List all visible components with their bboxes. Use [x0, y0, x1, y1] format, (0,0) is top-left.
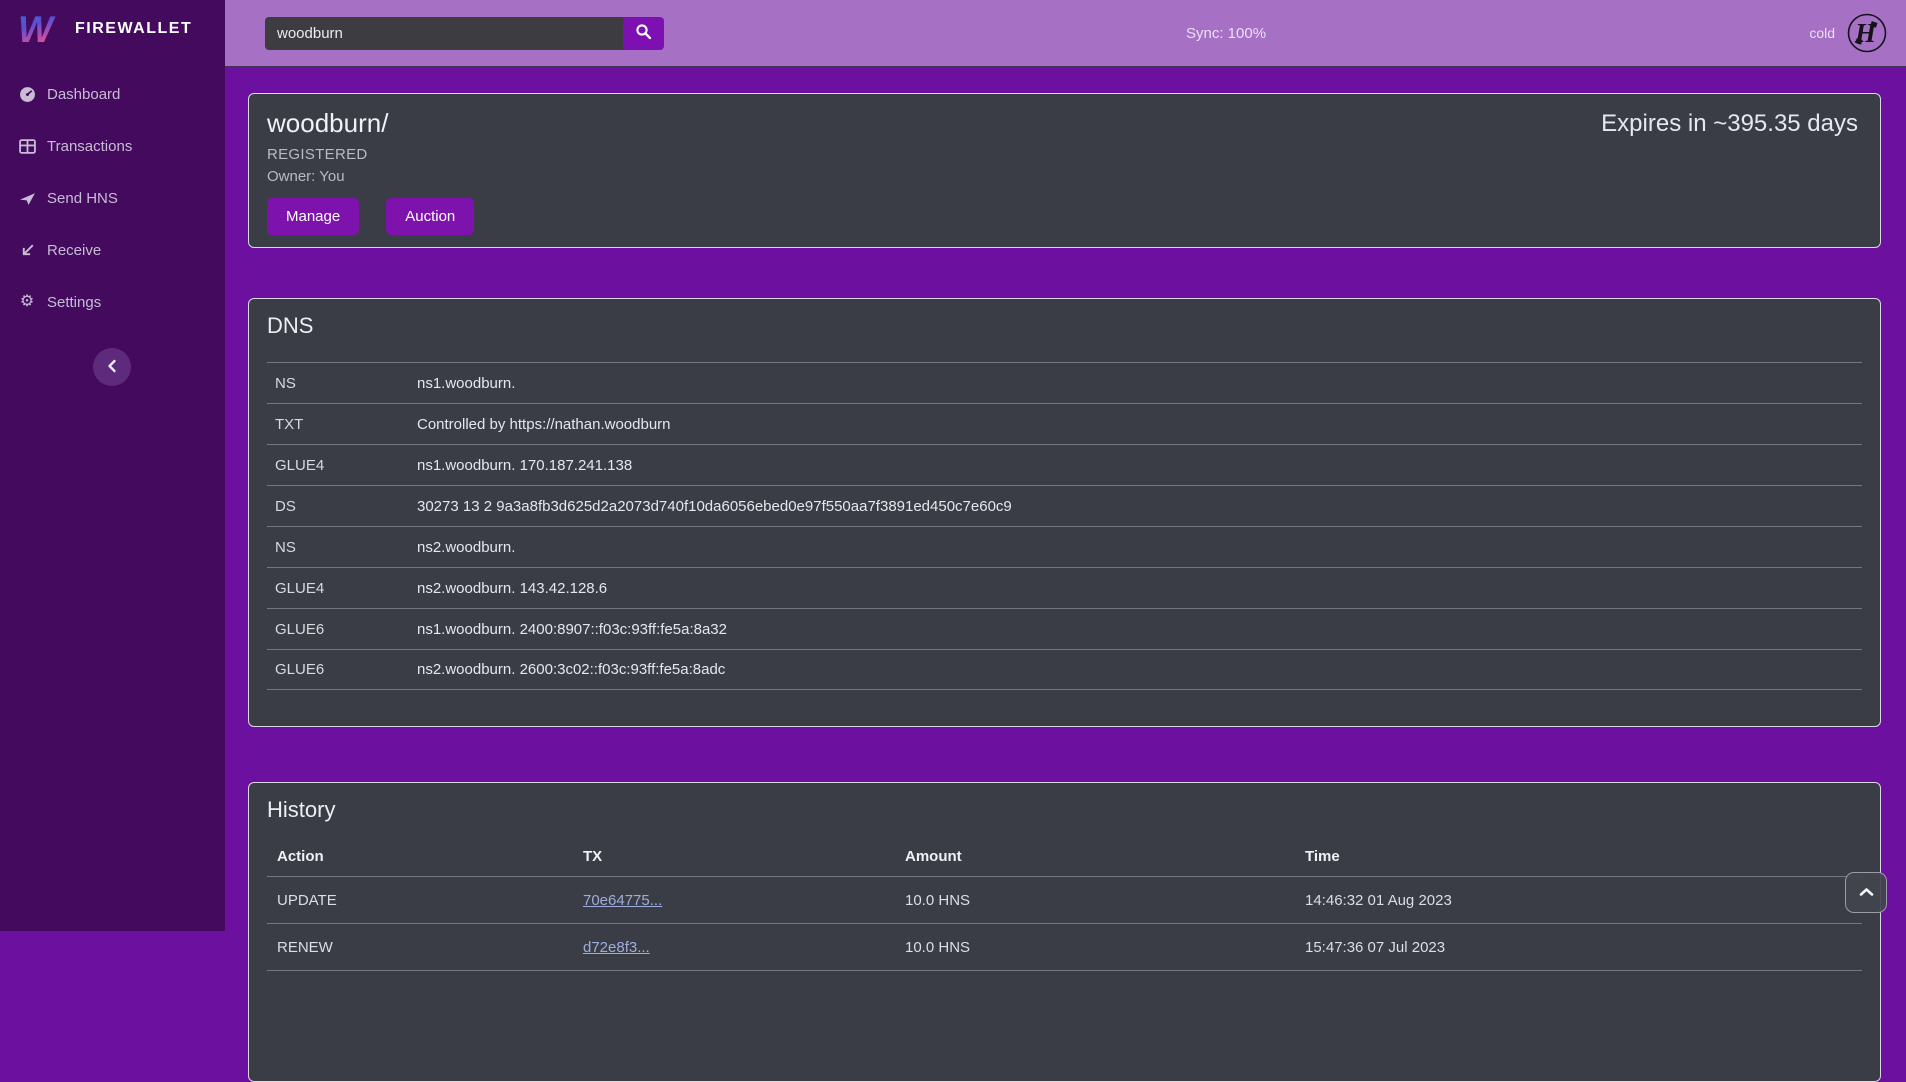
history-tx-link[interactable]: d72e8f3... [583, 939, 905, 956]
history-title: History [267, 797, 1862, 823]
topbar: Sync: 100% cold H [225, 0, 1906, 68]
sidebar-item-dashboard[interactable]: Dashboard [0, 68, 225, 120]
dns-record-type: GLUE6 [267, 661, 417, 678]
dns-table: NS ns1.woodburn. TXT Controlled by https… [267, 362, 1862, 690]
history-row: RENEW d72e8f3... 10.0 HNS 15:47:36 07 Ju… [267, 924, 1862, 971]
sidebar-item-transactions[interactable]: Transactions [0, 120, 225, 172]
firewallet-logo-icon: W [16, 8, 58, 50]
history-col-action: Action [277, 848, 583, 865]
dns-card: DNS NS ns1.woodburn. TXT Controlled by h… [248, 298, 1881, 727]
chevron-left-icon [106, 359, 118, 376]
domain-owner: Owner: You [267, 168, 1862, 185]
sidebar-item-send-hns[interactable]: Send HNS [0, 172, 225, 224]
dns-record-type: TXT [267, 416, 417, 433]
sidebar-item-receive[interactable]: Receive [0, 224, 225, 276]
app-logo: W FIREWALLET [0, 0, 225, 58]
dns-record-value: ns2.woodburn. 2600:3c02::f03c:93ff:fe5a:… [417, 661, 725, 678]
send-icon [18, 189, 36, 207]
handshake-logo-icon: H [1846, 12, 1888, 54]
chevron-up-icon [1859, 885, 1874, 900]
dns-record-row: GLUE6 ns1.woodburn. 2400:8907::f03c:93ff… [267, 608, 1862, 649]
auction-button[interactable]: Auction [386, 198, 474, 235]
dns-record-type: GLUE6 [267, 621, 417, 638]
dns-record-value: ns2.woodburn. [417, 539, 515, 556]
search-icon [635, 23, 652, 43]
sidebar-item-label: Transactions [47, 138, 132, 155]
dns-record-row: NS ns2.woodburn. [267, 526, 1862, 567]
dns-record-value: ns1.woodburn. 2400:8907::f03c:93ff:fe5a:… [417, 621, 727, 638]
sidebar: W FIREWALLET Dashboard Transactions Send… [0, 0, 225, 931]
search-input[interactable] [265, 17, 623, 50]
history-header-row: Action TX Amount Time [267, 837, 1862, 877]
gauge-icon [18, 85, 36, 103]
dns-record-type: NS [267, 539, 417, 556]
wallet-name: cold [1809, 25, 1835, 41]
receive-arrow-icon [18, 241, 36, 259]
dns-record-row: DS 30273 13 2 9a3a8fb3d625d2a2073d740f10… [267, 485, 1862, 526]
history-card: History Action TX Amount Time UPDATE 70e… [248, 782, 1881, 1082]
sidebar-item-label: Settings [47, 294, 101, 311]
domain-card: woodburn/ REGISTERED Owner: You Manage A… [248, 93, 1881, 248]
domain-status: REGISTERED [267, 146, 1862, 163]
scroll-to-top-button[interactable] [1845, 872, 1887, 913]
sidebar-collapse-button[interactable] [93, 348, 131, 386]
dns-record-row: GLUE6 ns2.woodburn. 2600:3c02::f03c:93ff… [267, 649, 1862, 690]
dns-record-value: 30273 13 2 9a3a8fb3d625d2a2073d740f10da6… [417, 498, 1012, 515]
history-row: UPDATE 70e64775... 10.0 HNS 14:46:32 01 … [267, 877, 1862, 924]
history-col-time: Time [1305, 848, 1862, 865]
dns-record-value: Controlled by https://nathan.woodburn [417, 416, 671, 433]
dns-record-value: ns1.woodburn. [417, 375, 515, 392]
history-action: RENEW [277, 939, 583, 956]
history-time: 14:46:32 01 Aug 2023 [1305, 892, 1862, 909]
history-amount: 10.0 HNS [905, 892, 1305, 909]
dns-record-row: TXT Controlled by https://nathan.woodbur… [267, 403, 1862, 444]
history-action: UPDATE [277, 892, 583, 909]
sidebar-nav: Dashboard Transactions Send HNS Receive … [0, 68, 225, 328]
sidebar-item-settings[interactable]: ⚙ Settings [0, 276, 225, 328]
sync-status: Sync: 100% [1186, 25, 1266, 42]
dns-record-row: GLUE4 ns2.woodburn. 143.42.128.6 [267, 567, 1862, 608]
history-col-amount: Amount [905, 848, 1305, 865]
sidebar-item-label: Dashboard [47, 86, 120, 103]
domain-actions: Manage Auction [267, 198, 1862, 235]
table-icon [18, 137, 36, 155]
wallet-indicator[interactable]: cold H [1809, 12, 1888, 54]
history-col-tx: TX [583, 848, 905, 865]
sidebar-item-label: Receive [47, 242, 101, 259]
sidebar-item-label: Send HNS [47, 190, 118, 207]
dns-title: DNS [267, 313, 1862, 339]
history-tx-link[interactable]: 70e64775... [583, 892, 905, 909]
dns-record-type: NS [267, 375, 417, 392]
dns-record-value: ns2.woodburn. 143.42.128.6 [417, 580, 607, 597]
dns-record-type: GLUE4 [267, 580, 417, 597]
domain-expiry: Expires in ~395.35 days [1601, 110, 1858, 138]
history-time: 15:47:36 07 Jul 2023 [1305, 939, 1862, 956]
main-content: woodburn/ REGISTERED Owner: You Manage A… [225, 70, 1906, 1082]
manage-button[interactable]: Manage [267, 198, 359, 235]
dns-record-row: NS ns1.woodburn. [267, 362, 1862, 403]
app-title: FIREWALLET [75, 20, 192, 38]
svg-text:W: W [18, 9, 56, 50]
search-group [265, 17, 664, 50]
dns-record-type: DS [267, 498, 417, 515]
dns-record-value: ns1.woodburn. 170.187.241.138 [417, 457, 632, 474]
dns-record-type: GLUE4 [267, 457, 417, 474]
history-table: UPDATE 70e64775... 10.0 HNS 14:46:32 01 … [267, 877, 1862, 971]
history-amount: 10.0 HNS [905, 939, 1305, 956]
search-button[interactable] [623, 17, 664, 50]
gear-icon: ⚙ [18, 293, 36, 311]
dns-record-row: GLUE4 ns1.woodburn. 170.187.241.138 [267, 444, 1862, 485]
